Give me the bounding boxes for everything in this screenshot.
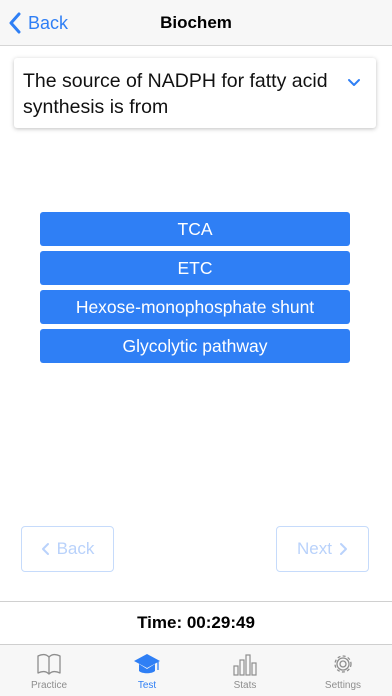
tab-test-label: Test	[137, 680, 157, 691]
navigation-bar: Back Biochem	[0, 0, 392, 46]
gear-icon	[334, 655, 352, 673]
graduation-cap-icon	[134, 654, 160, 674]
timer-label: Time: 00:29:49	[137, 613, 255, 632]
tab-settings-label: Settings	[324, 680, 362, 691]
book-icon	[37, 653, 61, 675]
question-text: The source of NADPH for fatty acid synth…	[23, 70, 328, 118]
tab-stats[interactable]: Stats	[196, 645, 294, 696]
answer-list: TCA ETC Hexose-monophosphate shunt Glyco…	[40, 212, 350, 368]
tab-bar: Practice Test Stats Settings	[0, 644, 392, 696]
tab-stats-label: Stats	[233, 680, 257, 691]
tab-settings[interactable]: Settings	[294, 645, 392, 696]
tab-practice[interactable]: Practice	[0, 645, 98, 696]
answer-button[interactable]: TCA	[40, 212, 350, 246]
bar-chart-icon	[233, 654, 257, 676]
answer-button[interactable]: Glycolytic pathway	[40, 329, 350, 363]
next-question-label: Next	[297, 539, 332, 558]
chevron-down-icon[interactable]	[346, 76, 362, 90]
tab-test[interactable]: Test	[98, 645, 196, 696]
page-title: Biochem	[160, 13, 232, 32]
tab-practice-label: Practice	[30, 680, 68, 691]
chevron-right-icon	[339, 543, 347, 555]
divider	[0, 601, 392, 602]
answer-button[interactable]: ETC	[40, 251, 350, 285]
question-card[interactable]: The source of NADPH for fatty acid synth…	[14, 58, 376, 128]
chevron-left-icon	[41, 543, 49, 555]
previous-question-label: Back	[56, 539, 95, 558]
previous-question-button[interactable]: Back	[21, 526, 114, 572]
next-question-button[interactable]: Next	[276, 526, 369, 572]
answer-button[interactable]: Hexose-monophosphate shunt	[40, 290, 350, 324]
